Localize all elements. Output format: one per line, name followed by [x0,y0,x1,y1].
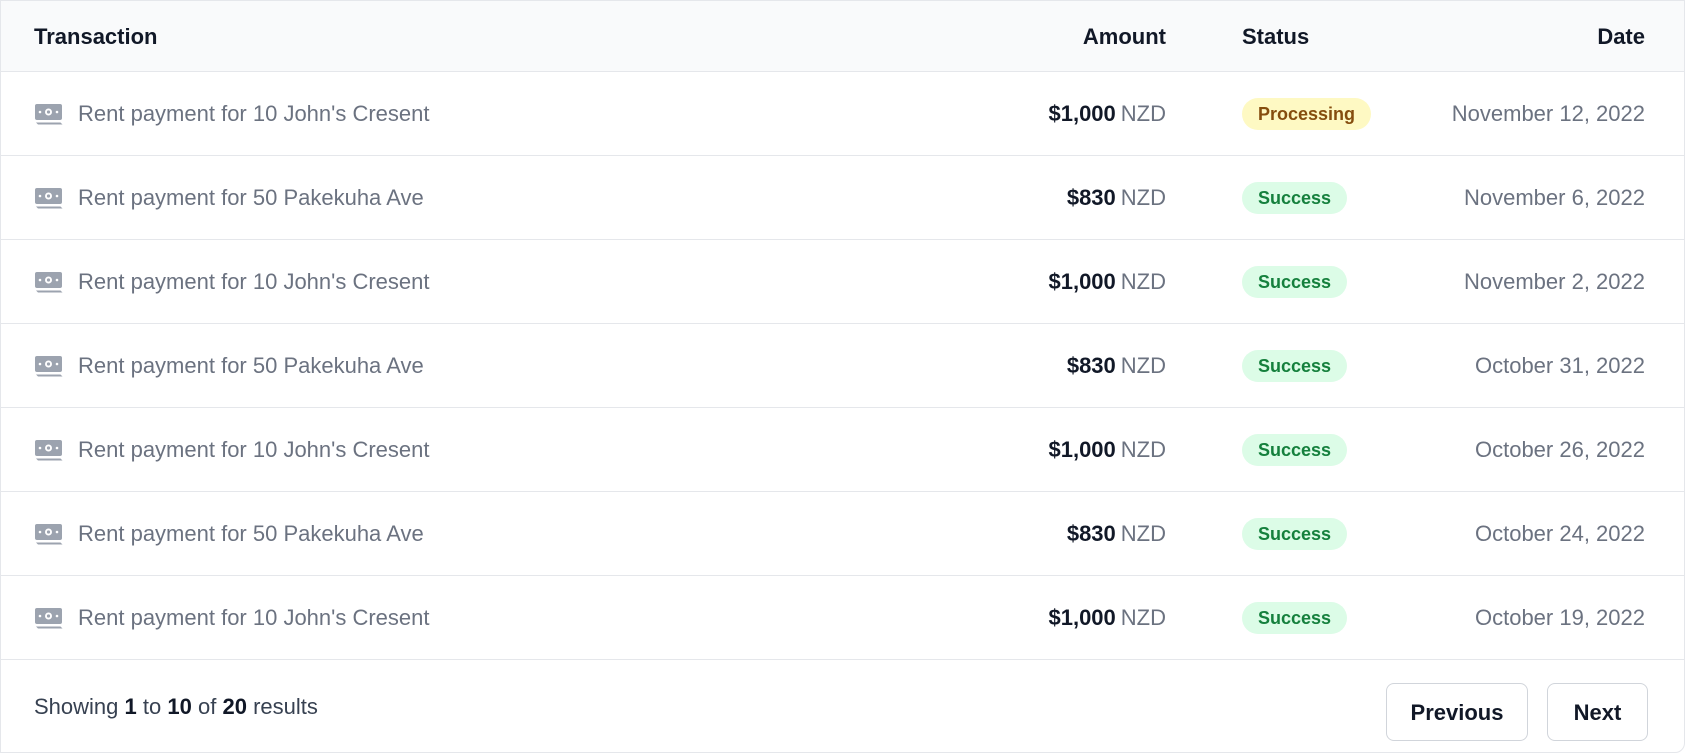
amount-cell: $830 NZD [1067,156,1166,239]
column-header-status: Status [1242,24,1310,49]
amount-currency: NZD [1120,269,1166,294]
date-cell: November 12, 2022 [1451,101,1645,126]
amount-cell: $830 NZD [1067,324,1166,407]
column-header-date: Date [1597,24,1645,49]
amount-value: $1,000 [1048,269,1116,294]
status-badge: Success [1242,181,1348,214]
amount-value: $830 [1066,185,1116,210]
table-row[interactable]: Rent payment for 10 John's Cresent $1,00… [1,72,1684,156]
money-icon [34,605,64,631]
amount-cell: $830 NZD [1067,492,1166,575]
table-row[interactable]: Rent payment for 50 Pakekuha Ave $830 NZD… [1,324,1684,408]
status-cell: Success [1242,576,1348,659]
date-cell: November 2, 2022 [1464,269,1645,294]
status-cell: Success [1242,324,1348,407]
summary-prefix: Showing [34,694,119,719]
amount-value: $830 [1066,353,1116,378]
summary-from: 1 [124,694,137,719]
status-badge: Success [1242,349,1348,382]
amount-currency: NZD [1120,353,1166,378]
summary-to: 10 [167,694,192,719]
status-badge: Success [1242,265,1348,298]
table-row[interactable]: Rent payment for 10 John's Cresent $1,00… [1,408,1684,492]
amount-currency: NZD [1120,101,1166,126]
transaction-cell: Rent payment for 50 Pakekuha Ave [34,324,424,407]
amount-currency: NZD [1120,437,1166,462]
status-cell: Success [1242,408,1348,491]
transaction-description: Rent payment for 50 Pakekuha Ave [78,184,424,210]
status-badge: Success [1242,517,1348,550]
previous-button[interactable]: Previous [1386,683,1528,741]
money-icon [34,269,64,295]
money-icon [34,353,64,379]
transaction-cell: Rent payment for 10 John's Cresent [34,240,430,323]
amount-value: $1,000 [1048,101,1116,126]
amount-value: $830 [1066,521,1116,546]
column-header-transaction: Transaction [34,24,158,49]
amount-cell: $1,000 NZD [1048,576,1166,659]
table-body: Rent payment for 10 John's Cresent $1,00… [1,72,1684,660]
transaction-description: Rent payment for 50 Pakekuha Ave [78,520,424,546]
status-badge: Success [1242,601,1348,634]
table-row[interactable]: Rent payment for 10 John's Cresent $1,00… [1,240,1684,324]
summary-to-word: to [142,694,162,719]
amount-currency: NZD [1120,521,1166,546]
table-header: Transaction Amount Status Date [1,1,1684,72]
table-row[interactable]: Rent payment for 10 John's Cresent $1,00… [1,576,1684,660]
date-cell: October 31, 2022 [1474,353,1645,378]
amount-cell: $1,000 NZD [1048,408,1166,491]
transaction-cell: Rent payment for 10 John's Cresent [34,408,430,491]
amount-currency: NZD [1120,185,1166,210]
status-cell: Processing [1242,72,1372,155]
money-icon [34,437,64,463]
transaction-cell: Rent payment for 50 Pakekuha Ave [34,492,424,575]
date-cell: October 19, 2022 [1474,605,1645,630]
table-row[interactable]: Rent payment for 50 Pakekuha Ave $830 NZD… [1,492,1684,576]
results-summary: Showing 1 to 10 of 20 results [34,660,318,752]
transaction-description: Rent payment for 10 John's Cresent [78,100,430,126]
summary-total: 20 [222,694,247,719]
transaction-description: Rent payment for 10 John's Cresent [78,604,430,630]
transaction-description: Rent payment for 10 John's Cresent [78,436,430,462]
transaction-cell: Rent payment for 10 John's Cresent [34,576,430,659]
summary-of-word: of [197,694,217,719]
transaction-description: Rent payment for 50 Pakekuha Ave [78,352,424,378]
transactions-table-card: Transaction Amount Status Date Rent paym… [0,0,1685,753]
table-row[interactable]: Rent payment for 50 Pakekuha Ave $830 NZD… [1,156,1684,240]
date-cell: October 24, 2022 [1474,521,1645,546]
status-cell: Success [1242,240,1348,323]
money-icon [34,185,64,211]
transaction-cell: Rent payment for 50 Pakekuha Ave [34,156,424,239]
status-badge: Processing [1242,97,1372,130]
column-header-amount: Amount [1082,24,1166,49]
transaction-cell: Rent payment for 10 John's Cresent [34,72,430,155]
summary-results-word: results [253,694,318,719]
amount-value: $1,000 [1048,437,1116,462]
table-footer: Showing 1 to 10 of 20 results Previous N… [1,660,1684,752]
next-button[interactable]: Next [1547,683,1648,741]
amount-currency: NZD [1120,605,1166,630]
date-cell: November 6, 2022 [1464,185,1645,210]
money-icon [34,101,64,127]
amount-cell: $1,000 NZD [1048,240,1166,323]
status-cell: Success [1242,156,1348,239]
money-icon [34,521,64,547]
status-badge: Success [1242,433,1348,466]
amount-cell: $1,000 NZD [1048,72,1166,155]
transaction-description: Rent payment for 10 John's Cresent [78,268,430,294]
status-cell: Success [1242,492,1348,575]
amount-value: $1,000 [1048,605,1116,630]
date-cell: October 26, 2022 [1474,437,1645,462]
